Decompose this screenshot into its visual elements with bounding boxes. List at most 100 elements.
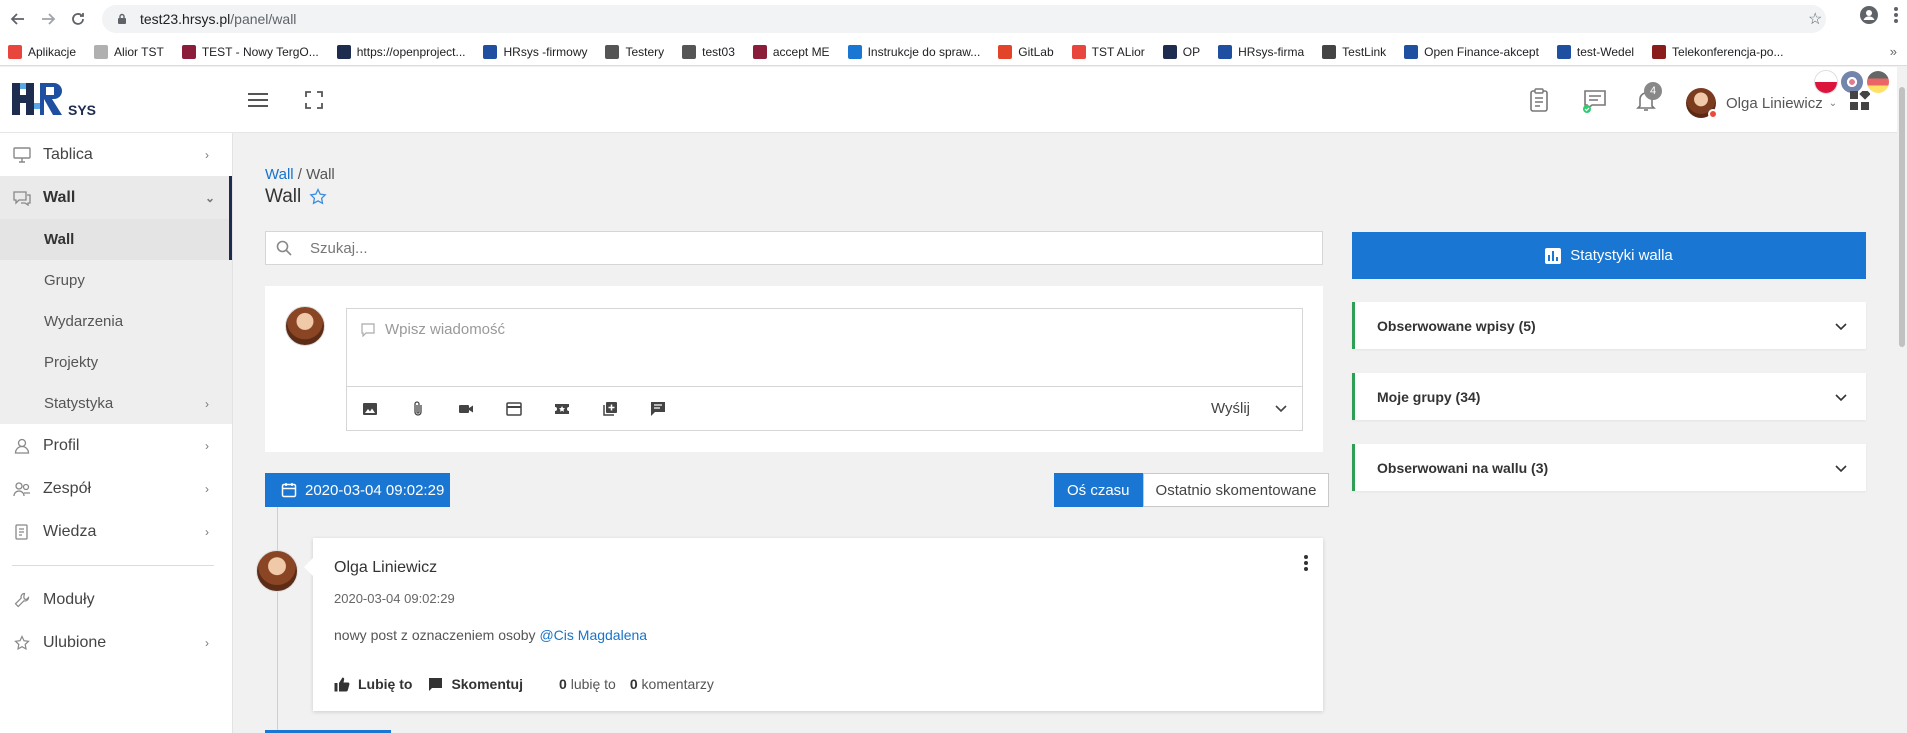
page-title-text: Wall: [265, 186, 302, 207]
post-author-avatar[interactable]: [256, 550, 298, 592]
message-input[interactable]: Wpisz wiadomość: [361, 321, 505, 338]
submenu-item-grupy[interactable]: Grupy: [0, 260, 232, 301]
bookmark-item[interactable]: test-Wedel: [1556, 44, 1634, 59]
chevron-down-icon[interactable]: [1274, 401, 1288, 415]
bookmark-favicon-icon: [1556, 44, 1571, 59]
sidebar-item-label: Moduły: [43, 590, 95, 608]
bookmark-item[interactable]: test03: [682, 44, 735, 59]
flag-uk-icon[interactable]: [1841, 71, 1863, 93]
bookmark-label: Instrukcje do spraw...: [867, 44, 981, 59]
submenu-item-statystyka[interactable]: Statystyka ›: [0, 383, 232, 424]
search-input[interactable]: [302, 239, 1322, 257]
bookmark-label: accept ME: [772, 44, 830, 59]
flag-de-icon[interactable]: [1867, 71, 1889, 93]
bookmark-label: https://openproject...: [356, 44, 466, 59]
view-toggle: Oś czasu Ostatnio skomentowane: [1054, 473, 1330, 507]
post-mention-link[interactable]: @Cis Magdalena: [539, 627, 647, 643]
apps-grid-icon[interactable]: [1850, 91, 1870, 111]
star-icon: [12, 634, 32, 652]
bookmark-item[interactable]: HRsys-firma: [1218, 44, 1304, 59]
image-icon[interactable]: [361, 400, 379, 418]
wall-statistics-label: Statystyki walla: [1570, 247, 1673, 264]
breadcrumb-link-wall[interactable]: Wall: [265, 166, 294, 183]
sidebar-item-zespol[interactable]: Zespół ›: [0, 467, 232, 510]
notification-badge: 4: [1644, 82, 1662, 100]
submenu-item-wall[interactable]: Wall: [0, 219, 232, 260]
panel-observed-on-wall[interactable]: Obserwowani na wallu (3): [1352, 444, 1866, 491]
bookmark-item[interactable]: Telekonferencja-po...: [1652, 44, 1783, 59]
bookmark-star-icon[interactable]: ☆: [1808, 9, 1822, 29]
back-icon[interactable]: [6, 7, 30, 31]
submenu-item-wydarzenia[interactable]: Wydarzenia: [0, 301, 232, 342]
sidebar-item-moduly[interactable]: Moduły: [0, 578, 232, 621]
timeline-date-badge: 2020-03-04 09:02:29: [265, 473, 450, 507]
add-collection-icon[interactable]: [601, 400, 619, 418]
address-bar[interactable]: test23.hrsys.pl/panel/wall: [102, 5, 1826, 33]
sidebar-item-tablica[interactable]: Tablica ›: [0, 133, 232, 176]
panel-title: Obserwowane wpisy (5): [1377, 317, 1536, 334]
chevron-down-icon: ⌄: [205, 190, 216, 205]
tab-timeline[interactable]: Oś czasu: [1054, 473, 1143, 507]
bookmark-favicon-icon: [847, 44, 862, 59]
tab-recently-commented[interactable]: Ostatnio skomentowane: [1142, 473, 1330, 507]
submenu-item-projekty[interactable]: Projekty: [0, 342, 232, 383]
bookmark-item[interactable]: https://openproject...: [336, 44, 466, 59]
page-scrollbar[interactable]: [1897, 67, 1907, 733]
likes-count: 0 lubię to: [559, 676, 616, 692]
bookmark-item[interactable]: Instrukcje do spraw...: [847, 44, 981, 59]
like-label: Lubię to: [358, 676, 413, 692]
scrollbar-thumb[interactable]: [1899, 87, 1905, 347]
forward-icon[interactable]: [36, 7, 60, 31]
hrsys-logo[interactable]: SYS: [12, 81, 108, 121]
video-icon[interactable]: [457, 400, 475, 418]
bar-chart-icon: [1545, 247, 1562, 264]
browser-menu-icon[interactable]: [1893, 6, 1899, 24]
panel-observed-posts[interactable]: Obserwowane wpisy (5): [1352, 302, 1866, 349]
comment-box-icon[interactable]: [649, 400, 667, 418]
bookmark-item[interactable]: TestLink: [1322, 44, 1386, 59]
clipboard-icon[interactable]: [1526, 87, 1552, 113]
book-icon: [12, 523, 32, 541]
bookmark-item[interactable]: Open Finance-akcept: [1404, 44, 1539, 59]
sidebar-item-wall[interactable]: Wall ⌄: [0, 176, 232, 219]
bookmark-item[interactable]: GitLab: [998, 44, 1054, 59]
bookmark-item[interactable]: Aplikacje: [8, 44, 76, 59]
sidebar-item-ulubione[interactable]: Ulubione ›: [0, 621, 232, 664]
bookmark-favicon-icon: [94, 44, 109, 59]
sidebar-item-profil[interactable]: Profil ›: [0, 424, 232, 467]
reload-icon[interactable]: [66, 7, 90, 31]
event-ticket-icon[interactable]: [553, 400, 571, 418]
sidebar-item-wiedza[interactable]: Wiedza ›: [0, 510, 232, 553]
breadcrumb: Wall / Wall: [265, 166, 335, 183]
bookmark-item[interactable]: TEST - Nowy TergO...: [181, 44, 319, 59]
bookmarks-overflow-button[interactable]: »: [1890, 44, 1897, 59]
bookmark-favicon-icon: [336, 44, 351, 59]
composer-box: Wpisz wiadomość Wyślij: [346, 308, 1303, 431]
chevron-down-icon: [1835, 394, 1847, 402]
fullscreen-icon[interactable]: [305, 91, 323, 109]
bookmark-item[interactable]: TST ALior: [1071, 44, 1145, 59]
bookmark-item[interactable]: OP: [1162, 44, 1200, 59]
profile-icon[interactable]: [1859, 5, 1879, 25]
menu-toggle-icon[interactable]: [248, 93, 268, 107]
chevron-right-icon: ›: [205, 147, 209, 162]
attachment-icon[interactable]: [409, 400, 427, 418]
wall-statistics-button[interactable]: Statystyki walla: [1352, 232, 1866, 279]
favorite-star-icon[interactable]: [309, 188, 327, 206]
post-menu-icon[interactable]: [1303, 554, 1309, 572]
bookmark-favicon-icon: [1162, 44, 1177, 59]
bookmark-item[interactable]: accept ME: [752, 44, 830, 59]
bookmark-item[interactable]: Testery: [605, 44, 665, 59]
post-author[interactable]: Olga Liniewicz: [334, 559, 437, 577]
bookmark-label: Testery: [625, 44, 665, 59]
messages-icon[interactable]: [1582, 87, 1608, 113]
send-button[interactable]: Wyślij: [1211, 400, 1250, 417]
bookmark-item[interactable]: HRsys -firmowy: [483, 44, 587, 59]
panel-my-groups[interactable]: Moje grupy (34): [1352, 373, 1866, 420]
sidebar: Tablica › Wall ⌄ Wall Grupy Wydarzenia P…: [0, 133, 233, 733]
flag-pl-icon[interactable]: [1815, 71, 1837, 93]
bookmark-item[interactable]: Alior TST: [94, 44, 164, 59]
calendar-card-icon[interactable]: [505, 400, 523, 418]
comment-button[interactable]: Skomentuj: [428, 676, 523, 692]
like-button[interactable]: Lubię to: [334, 676, 412, 692]
